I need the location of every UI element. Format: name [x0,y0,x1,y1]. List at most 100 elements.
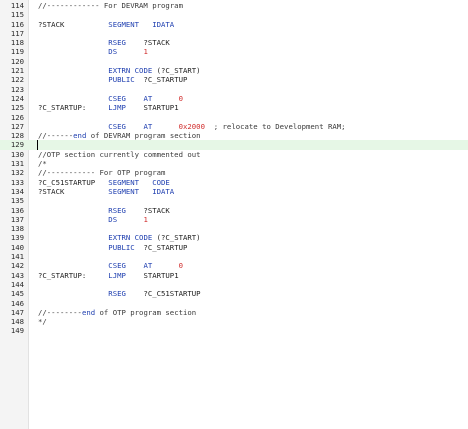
line-number: 124 [10,93,24,103]
code-line[interactable]: 114 //------------ For DEVRAM program [0,1,468,10]
keyword-token: EXTRN CODE [108,66,153,76]
code-line[interactable]: 133 ?C_C51STARTUP SEGMENT CODE [0,178,468,187]
line-code: EXTRN CODE (?C_START) [38,233,201,243]
number-token: 1 [143,47,148,57]
code-line[interactable]: 135 [0,196,468,205]
comment-token: /* [38,159,47,169]
code-line[interactable]: 130 //OTP section currently commented out [0,150,468,159]
text-token: ?C_STARTUP: [38,270,109,280]
line-number: 139 [10,233,24,243]
keyword-token: RSEG [108,38,126,48]
keyword-token: DS [108,47,118,57]
code-line[interactable]: 129 [0,140,468,150]
text-token: ?STACK [125,205,170,215]
text-token: STARTUP1 [125,103,179,113]
line-number: 128 [10,131,24,141]
code-line[interactable]: 132 //----------- For OTP program [0,168,468,177]
comment-token: of DEVRAM program section [86,131,201,141]
line-code: RSEG ?STACK [38,38,170,47]
line-number: 136 [10,205,24,215]
text-token: ?C_STARTUP: [38,103,109,113]
line-code: RSEG ?C_C51STARTUP [38,289,201,299]
line-number: 138 [10,224,24,234]
line-code: //OTP section currently commented out [38,150,201,159]
line-code: CSEG AT 0 [38,94,183,103]
number-token: 0x2000 [178,121,205,131]
code-lines[interactable]: 114//------------ For DEVRAM program 115 1… [0,1,468,336]
line-code: //--------end of OTP program section [38,308,196,317]
text-token: (?C_START) [152,66,201,76]
line-code: //------end of DEVRAM program section [38,131,201,140]
text-token: ?C_C51STARTUP [125,289,201,299]
code-line[interactable]: 126 [0,113,468,122]
code-line[interactable]: 125 ?C_STARTUP: LJMP STARTUP1 [0,103,468,112]
code-line[interactable]: 116 ?STACK SEGMENT IDATA [0,20,468,29]
line-number: 119 [10,47,24,57]
code-line[interactable]: 139 EXTRN CODE (?C_START) [0,233,468,242]
code-line[interactable]: 134 ?STACK SEGMENT IDATA [0,187,468,196]
code-line[interactable]: 146 [0,299,468,308]
number-token: 0 [178,261,184,271]
code-line[interactable]: 140 PUBLIC ?C_STARTUP [0,243,468,252]
code-line[interactable]: 142 CSEG AT 0 [0,261,468,270]
code-line[interactable]: 124 CSEG AT 0 [0,94,468,103]
line-number: 137 [10,214,24,224]
keyword-token: PUBLIC [108,242,135,252]
code-line[interactable]: 117 [0,29,468,38]
code-line[interactable]: 143 ?C_STARTUP: LJMP STARTUP1 [0,271,468,280]
comment-token: //----------- For OTP program [38,168,166,178]
code-line[interactable]: 141 [0,252,468,261]
code-line[interactable]: 138 [0,224,468,233]
code-line[interactable]: 120 [0,57,468,66]
code-line[interactable]: 145 RSEG ?C_C51STARTUP [0,289,468,298]
keyword-token: AT [143,121,153,131]
code-line[interactable]: 121 EXTRN CODE (?C_START) [0,66,468,75]
code-line[interactable]: 119 DS 1 [0,47,468,56]
line-number: 115 [10,10,24,20]
code-line[interactable]: 137 DS 1 [0,215,468,224]
code-line[interactable]: 122 PUBLIC ?C_STARTUP [0,75,468,84]
code-line[interactable]: 131 /* [0,159,468,168]
text-token: (?C_START) [152,233,201,243]
keyword-token: CSEG [108,121,126,131]
number-token: 1 [143,214,148,224]
code-line[interactable]: 148 */ [0,317,468,326]
line-number: 120 [10,56,24,66]
code-line[interactable]: 144 [0,280,468,289]
text-token: ?STACK [38,186,109,196]
code-line[interactable]: 118 RSEG ?STACK [0,38,468,47]
line-number: 114 [10,1,24,10]
text-token: ?C_STARTUP [134,242,188,252]
line-number: 117 [10,28,24,38]
code-line[interactable]: 123 [0,85,468,94]
text-token: ?C_C51STARTUP [38,177,109,187]
code-line[interactable]: 127 CSEG AT 0x2000 ; relocate to Develop… [0,122,468,131]
line-code: //----------- For OTP program [38,168,165,177]
line-code: DS 1 [38,215,148,224]
line-number: 145 [10,289,24,299]
line-code: /* [38,159,47,168]
keyword-token: LJMP [108,103,126,113]
line-code: RSEG ?STACK [38,206,170,215]
keyword-token: CSEG [108,261,126,271]
code-line[interactable]: 147 //--------end of OTP program section [0,308,468,317]
code-line[interactable]: 128 //------end of DEVRAM program section [0,131,468,140]
line-code: ?C_STARTUP: LJMP STARTUP1 [38,103,179,112]
line-code: PUBLIC ?C_STARTUP [38,243,187,252]
comment-token: */ [38,317,47,327]
code-line[interactable]: 136 RSEG ?STACK [0,206,468,215]
code-line[interactable]: 115 [0,10,468,19]
code-editor[interactable]: 114//------------ For DEVRAM program 115 1… [0,0,468,429]
line-number: 129 [10,140,24,150]
line-number: 135 [10,196,24,206]
code-line[interactable]: 149 [0,326,468,335]
